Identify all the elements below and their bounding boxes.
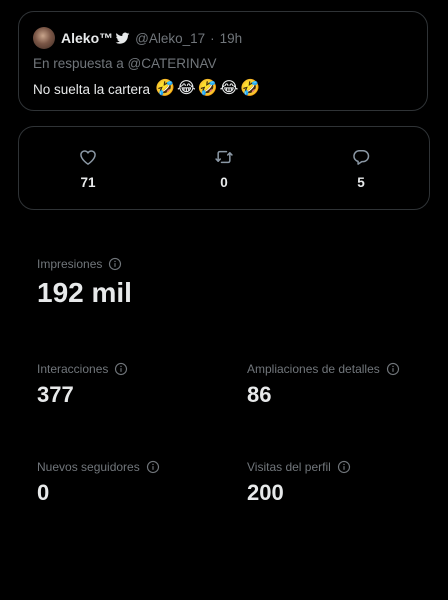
likes-stat[interactable]: 71	[58, 147, 118, 190]
reply-bubble-icon	[351, 147, 371, 167]
profile-visits-value: 200	[247, 480, 284, 505]
replies-count: 5	[357, 175, 365, 190]
impressions-label: Impresiones	[37, 257, 103, 271]
detail-expands-value: 86	[247, 382, 272, 407]
engagements-label: Interacciones	[37, 362, 109, 376]
heart-icon	[78, 147, 98, 167]
retweets-stat[interactable]: 0	[194, 147, 254, 190]
engagements-metric: Interacciones 377	[37, 361, 128, 409]
info-icon[interactable]	[108, 257, 122, 271]
separator-dot: ·	[210, 30, 215, 46]
tweet-header: Aleko™ @Aleko_17 · 19h	[33, 27, 242, 49]
twitter-bird-icon	[115, 31, 130, 46]
impressions-value: 192 mil	[37, 277, 132, 308]
detail-expands-metric: Ampliaciones de detalles 86	[247, 361, 400, 409]
emoji-tears-of-joy: 😂	[219, 80, 239, 97]
avatar[interactable]	[33, 27, 55, 49]
engagements-value: 377	[37, 382, 74, 407]
emoji-row: 🤣 😂 🤣 😂 🤣	[155, 79, 262, 99]
tweet-analytics-page: Aleko™ @Aleko_17 · 19h En respuesta a @C…	[0, 0, 448, 600]
retweet-icon	[214, 147, 234, 167]
info-icon[interactable]	[146, 460, 160, 474]
profile-visits-label: Visitas del perfil	[247, 460, 331, 474]
new-followers-label: Nuevos seguidores	[37, 460, 140, 474]
info-icon[interactable]	[114, 362, 128, 376]
emoji-rolling-laughing: 🤣	[155, 80, 175, 97]
replies-stat[interactable]: 5	[331, 147, 391, 190]
emoji-tears-of-joy: 😂	[176, 80, 196, 97]
emoji-rolling-laughing: 🤣	[240, 80, 261, 97]
tweet-body: No suelta la cartera 🤣 😂 🤣 😂 🤣	[33, 79, 262, 99]
tweet-text: No suelta la cartera	[33, 81, 151, 97]
new-followers-value: 0	[37, 480, 50, 505]
likes-count: 71	[80, 175, 96, 190]
info-icon[interactable]	[337, 460, 351, 474]
emoji-rolling-laughing: 🤣	[197, 80, 218, 97]
tweet-card[interactable]: Aleko™ @Aleko_17 · 19h En respuesta a @C…	[18, 11, 428, 111]
handle[interactable]: @Aleko_17	[135, 31, 205, 46]
profile-visits-metric: Visitas del perfil 200	[247, 459, 351, 507]
info-icon[interactable]	[386, 362, 400, 376]
impressions-metric: Impresiones 192 mil	[37, 256, 132, 310]
new-followers-metric: Nuevos seguidores 0	[37, 459, 160, 507]
reply-to-label: En respuesta a @CATERINAV	[33, 56, 217, 71]
timestamp[interactable]: 19h	[220, 31, 243, 46]
engagement-card: 71 0 5	[18, 126, 430, 210]
display-name[interactable]: Aleko™	[61, 30, 113, 46]
retweets-count: 0	[220, 175, 228, 190]
detail-expands-label: Ampliaciones de detalles	[247, 362, 380, 376]
